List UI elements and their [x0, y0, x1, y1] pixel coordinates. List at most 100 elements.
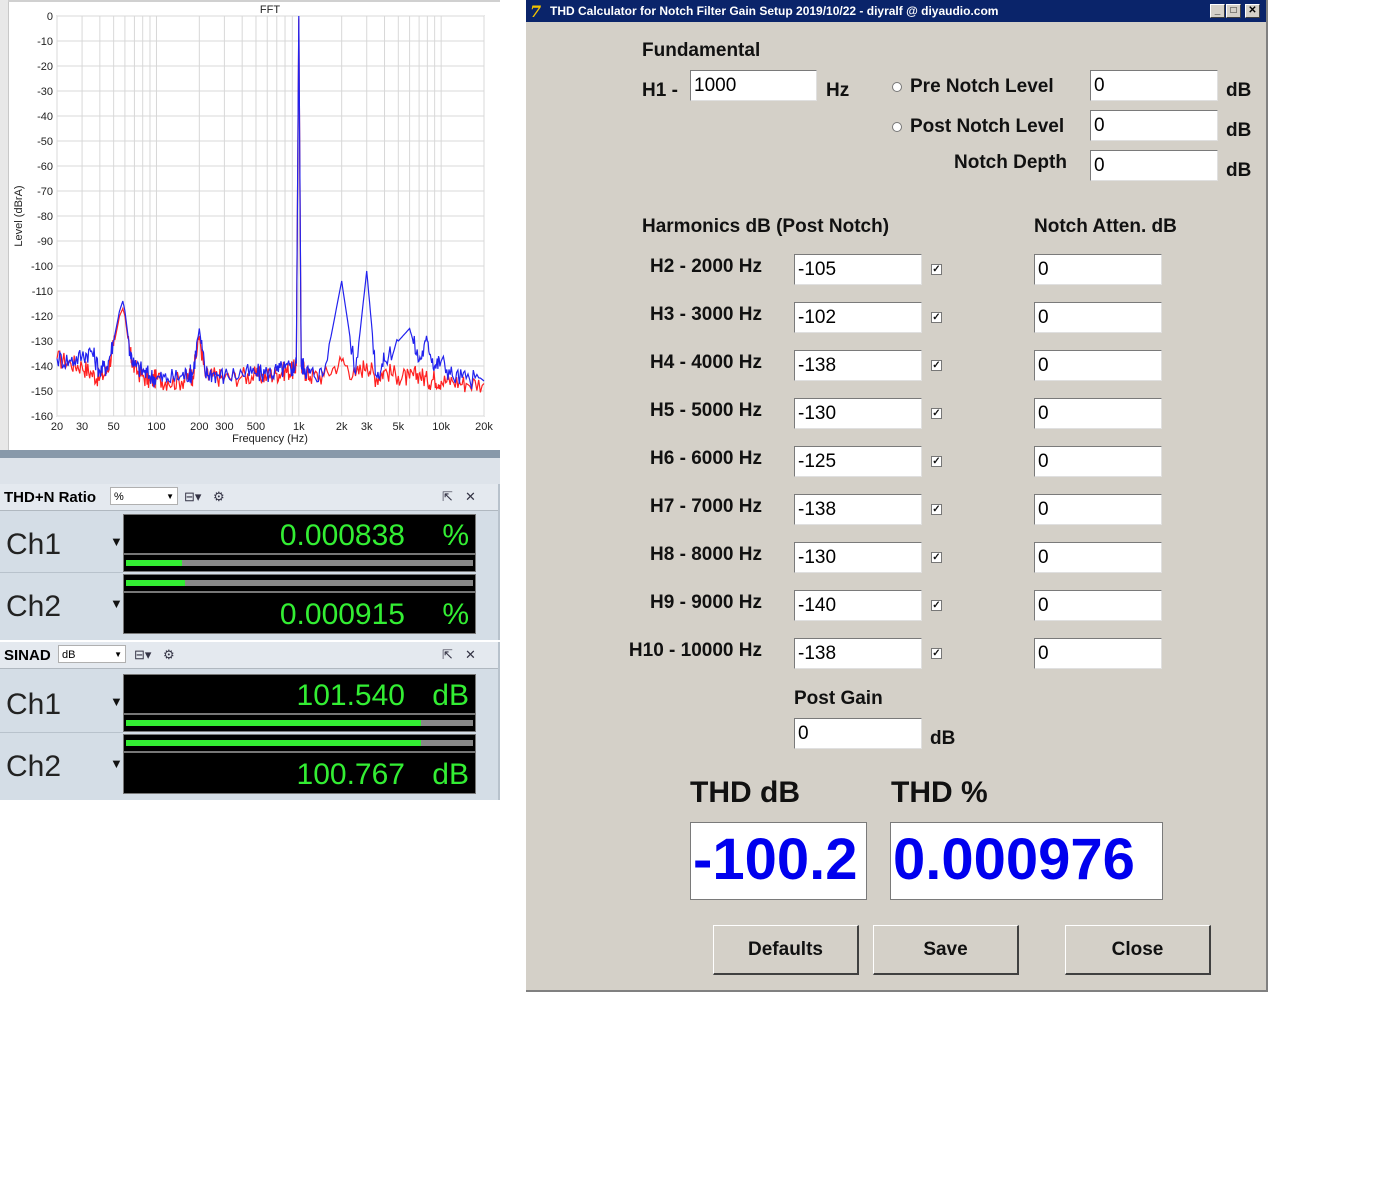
sinad-ch1-unit: dB [432, 679, 469, 712]
h1-frequency-input[interactable] [690, 70, 817, 101]
harmonic-enable-checkbox[interactable]: ✓ [931, 648, 942, 659]
harmonic-level-input[interactable] [794, 638, 922, 669]
y-tick-label: -70 [37, 186, 53, 198]
pre-notch-unit: dB [1226, 80, 1252, 101]
thdn-title: THD+N Ratio [4, 489, 97, 506]
harmonic-enable-checkbox[interactable]: ✓ [931, 552, 942, 563]
harmonic-level-input[interactable] [794, 542, 922, 573]
notch-depth-unit: dB [1226, 160, 1252, 181]
notch-atten-input[interactable] [1034, 398, 1162, 429]
graph-view-icon[interactable]: ⊟▾ [184, 488, 201, 506]
y-tick-label: -30 [37, 86, 53, 98]
save-button[interactable]: Save [873, 925, 1019, 975]
close-icon[interactable]: ✕ [465, 646, 476, 664]
x-tick-label: 3k [361, 421, 373, 433]
thdn-ch1-bar-fill [126, 560, 182, 566]
sinad-ch2-label: Ch2 [6, 750, 62, 783]
harmonic-label: H2 - 2000 Hz [650, 256, 762, 277]
harmonic-level-input[interactable] [794, 398, 922, 429]
row-separator [0, 732, 123, 733]
sinad-title: SINAD [4, 647, 51, 664]
post-notch-input[interactable] [1090, 110, 1218, 141]
chevron-down-icon[interactable]: ▼ [110, 756, 123, 771]
notch-atten-input[interactable] [1034, 302, 1162, 333]
y-tick-label: 0 [47, 11, 53, 23]
harmonic-level-input[interactable] [794, 494, 922, 525]
thdn-ch1-row: Ch1 ▼ 0.000838 % [0, 512, 498, 572]
harmonic-label: H3 - 3000 Hz [650, 304, 762, 325]
sinad-ch2-unit: dB [432, 758, 469, 791]
close-button[interactable]: Close [1065, 925, 1211, 975]
fft-chart[interactable]: 0 -10 -20 -30 -40 -50 -60 -70 -80 -90 -100 -110 -120… [0, 0, 500, 450]
sinad-ch1-label: Ch1 [6, 688, 62, 721]
thdn-unit-value: % [114, 491, 124, 503]
chevron-down-icon[interactable]: ▼ [110, 694, 123, 709]
thdn-ch1-label: Ch1 [6, 528, 62, 561]
harmonic-level-input[interactable] [794, 590, 922, 621]
window-titlebar[interactable]: 7 THD Calculator for Notch Filter Gain S… [526, 0, 1266, 22]
post-notch-label: Post Notch Level [910, 116, 1065, 137]
x-tick-label: 10k [432, 421, 450, 433]
defaults-button[interactable]: Defaults [713, 925, 859, 975]
thdn-ch2-value: 0.000915 [279, 598, 405, 631]
pre-notch-input[interactable] [1090, 70, 1218, 101]
x-tick-label: 20k [475, 421, 493, 433]
harmonic-enable-checkbox[interactable]: ✓ [931, 264, 942, 275]
harmonic-enable-checkbox[interactable]: ✓ [931, 504, 942, 515]
y-tick-label: -90 [37, 236, 53, 248]
chevron-down-icon[interactable]: ▼ [110, 534, 123, 549]
harmonic-level-input[interactable] [794, 446, 922, 477]
popout-icon[interactable]: ⇱ [442, 646, 453, 664]
post-notch-radio[interactable] [892, 122, 902, 132]
y-tick-label: -50 [37, 136, 53, 148]
notch-atten-input[interactable] [1034, 494, 1162, 525]
notch-atten-input[interactable] [1034, 446, 1162, 477]
chevron-down-icon: ▼ [114, 650, 122, 659]
post-gain-label: Post Gain [794, 688, 883, 709]
panel-splitter[interactable] [0, 450, 500, 458]
app-icon: 7 [530, 2, 542, 21]
sinad-ch2-bar-fill [126, 740, 421, 746]
sinad-unit-select[interactable]: dB ▼ [58, 645, 126, 663]
notch-atten-input[interactable] [1034, 542, 1162, 573]
sinad-meter: SINAD dB ▼ ⊟▾ ⚙ ⇱ ✕ Ch1 ▼ 101.540 dB Ch2… [0, 642, 500, 800]
minimize-button[interactable]: _ [1210, 4, 1225, 18]
sinad-ch2-row: Ch2 ▼ 100.767 dB [0, 734, 498, 794]
graph-view-icon[interactable]: ⊟▾ [134, 646, 151, 664]
harmonic-level-input[interactable] [794, 302, 922, 333]
sinad-ch1-row: Ch1 ▼ 101.540 dB [0, 672, 498, 732]
y-tick-label: -120 [31, 311, 53, 323]
harmonic-enable-checkbox[interactable]: ✓ [931, 312, 942, 323]
chevron-down-icon[interactable]: ▼ [110, 596, 123, 611]
y-axis-label: Level (dBrA) [13, 185, 25, 246]
sinad-ch1-value: 101.540 [296, 679, 405, 712]
harmonic-enable-checkbox[interactable]: ✓ [931, 408, 942, 419]
harmonic-enable-checkbox[interactable]: ✓ [931, 600, 942, 611]
pre-notch-radio[interactable] [892, 82, 902, 92]
thdn-unit-select[interactable]: % ▼ [110, 487, 178, 505]
thd-percent-label: THD % [891, 776, 988, 809]
harmonic-enable-checkbox[interactable]: ✓ [931, 360, 942, 371]
window-close-button[interactable]: ✕ [1245, 4, 1260, 18]
maximize-button[interactable]: □ [1226, 4, 1241, 18]
notch-atten-input[interactable] [1034, 638, 1162, 669]
notch-depth-input[interactable] [1090, 150, 1218, 181]
post-gain-input[interactable] [794, 718, 922, 749]
harmonic-label: H10 - 10000 Hz [628, 640, 762, 661]
gear-icon[interactable]: ⚙ [163, 646, 175, 664]
x-tick-label: 30 [76, 421, 88, 433]
notch-atten-input[interactable] [1034, 590, 1162, 621]
thd-calculator-window: 7 THD Calculator for Notch Filter Gain S… [526, 0, 1268, 992]
harmonic-level-input[interactable] [794, 350, 922, 381]
harmonic-level-input[interactable] [794, 254, 922, 285]
x-tick-label: 2k [336, 421, 348, 433]
thdn-ch1-unit: % [442, 519, 469, 552]
y-tick-label: -20 [37, 61, 53, 73]
y-tick-label: -60 [37, 161, 53, 173]
harmonic-enable-checkbox[interactable]: ✓ [931, 456, 942, 467]
close-icon[interactable]: ✕ [465, 488, 476, 506]
notch-atten-input[interactable] [1034, 350, 1162, 381]
gear-icon[interactable]: ⚙ [213, 488, 225, 506]
notch-atten-input[interactable] [1034, 254, 1162, 285]
popout-icon[interactable]: ⇱ [442, 488, 453, 506]
